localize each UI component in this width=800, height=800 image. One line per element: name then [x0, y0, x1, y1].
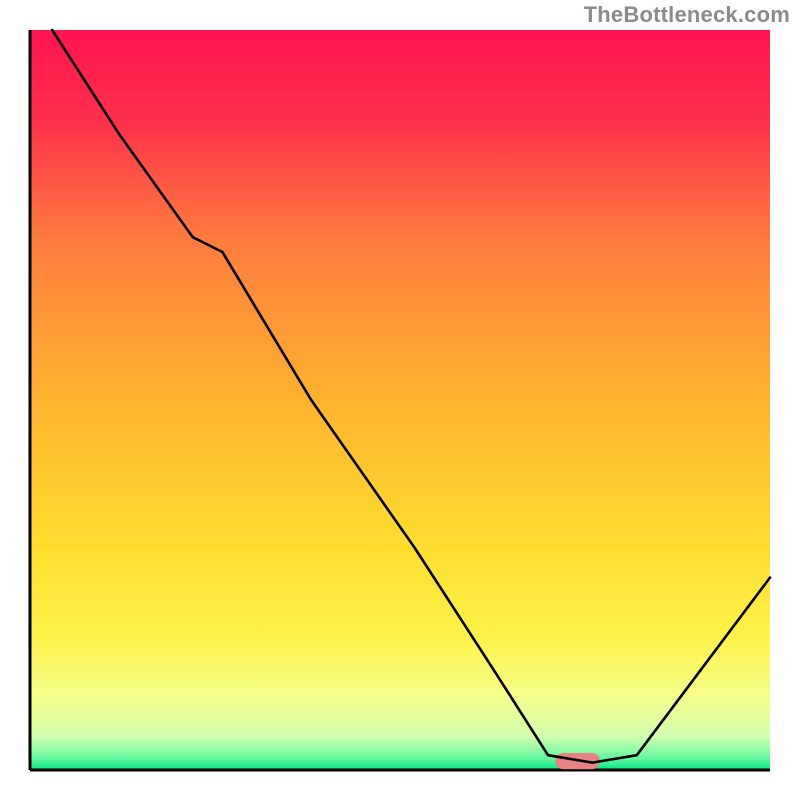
bottleneck-chart: [0, 0, 800, 800]
chart-container: TheBottleneck.com: [0, 0, 800, 800]
watermark-text: TheBottleneck.com: [584, 2, 790, 28]
plot-background: [30, 30, 770, 770]
